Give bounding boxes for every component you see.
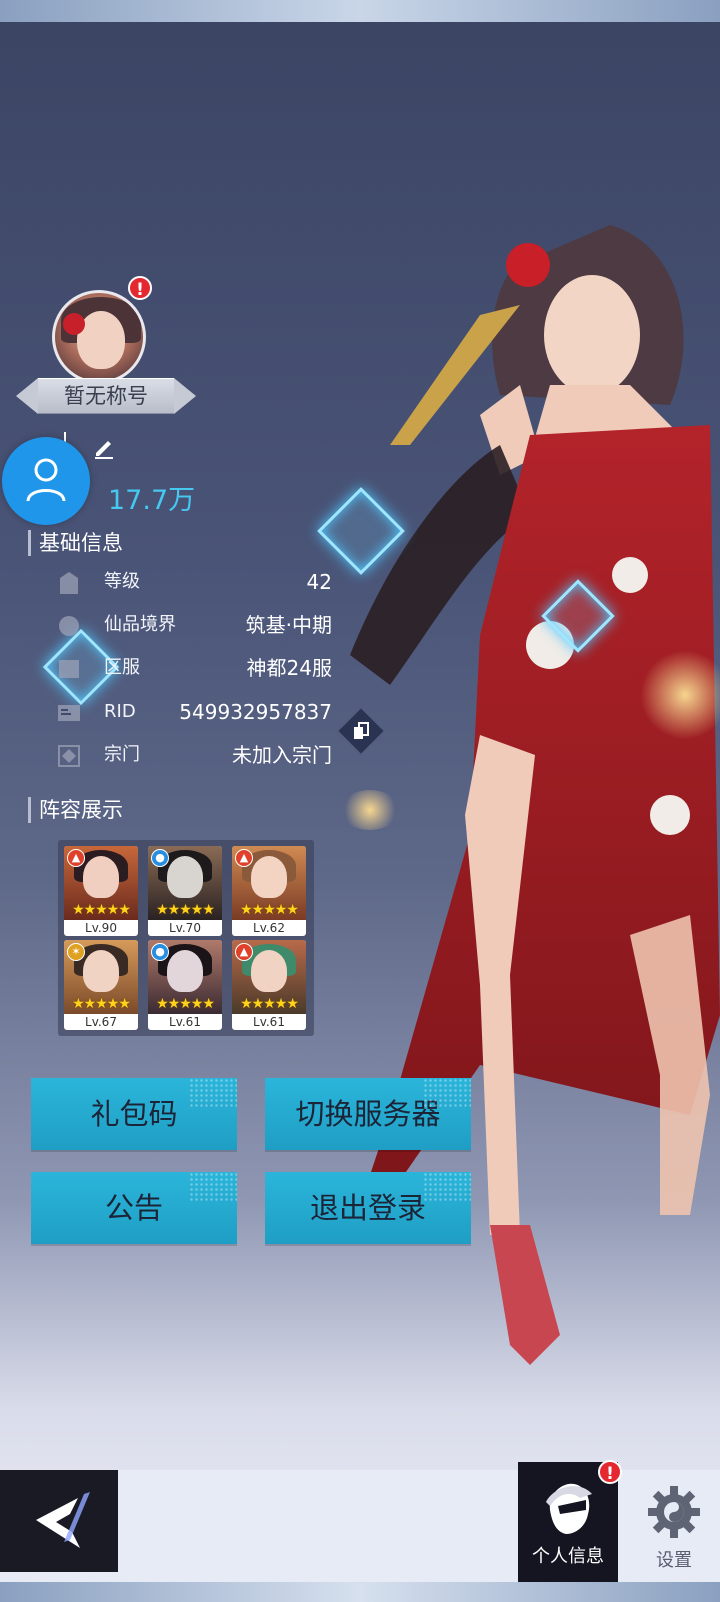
fire-element-icon: ▲ <box>67 849 85 867</box>
button-texture <box>423 1078 471 1108</box>
hero-card[interactable]: ▲ ★★★★★ Lv.61 <box>232 940 306 1030</box>
info-value: 神都24服 <box>246 656 332 680</box>
user-icon <box>26 458 66 502</box>
fire-element-icon: ▲ <box>235 943 253 961</box>
gift-code-button[interactable]: 礼包码 <box>31 1078 237 1150</box>
logout-label: 退出登录 <box>309 1191 426 1225</box>
top-banner <box>0 0 720 22</box>
player-avatar[interactable] <box>52 290 146 384</box>
hero-level: Lv.61 <box>253 1015 285 1029</box>
avatar-flower <box>63 313 85 335</box>
rank-icon <box>60 572 78 594</box>
bottom-banner <box>0 1582 720 1602</box>
info-value: 549932957837 <box>179 700 332 724</box>
gift-code-label: 礼包码 <box>90 1097 178 1131</box>
hero-face <box>251 950 287 992</box>
basic-info-heading: 基础信息 <box>28 530 123 556</box>
tab-settings-label: 设置 <box>656 1550 692 1571</box>
info-value: 42 <box>306 570 332 594</box>
hero-face <box>83 950 119 992</box>
hero-card[interactable]: ▲ ★★★★★ Lv.62 <box>232 846 306 936</box>
info-label: RID <box>104 701 136 722</box>
notice-button[interactable]: 公告 <box>31 1172 237 1244</box>
tab-profile-label: 个人信息 <box>532 1546 604 1567</box>
hero-stars: ★★★★★ <box>72 996 131 1012</box>
info-label: 等级 <box>104 571 140 592</box>
hero-stars: ★★★★★ <box>240 996 299 1012</box>
info-label: 仙品境界 <box>104 614 176 635</box>
hero-level: Lv.70 <box>169 921 201 935</box>
hero-stars: ★★★★★ <box>240 902 299 918</box>
switch-server-label: 切换服务器 <box>295 1097 441 1131</box>
hero-level: Lv.67 <box>85 1015 117 1029</box>
hero-level: Lv.62 <box>253 921 285 935</box>
floating-user-button[interactable] <box>2 437 90 525</box>
server-icon <box>59 660 79 678</box>
hero-card[interactable]: ● ★★★★★ Lv.61 <box>148 940 222 1030</box>
lantern-glow <box>640 650 720 740</box>
water-element-icon: ● <box>151 849 169 867</box>
sect-icon <box>58 745 80 767</box>
switch-server-button[interactable]: 切换服务器 <box>265 1078 471 1150</box>
info-label: 宗门 <box>104 744 140 765</box>
info-row-level: 等级 42 <box>56 564 332 600</box>
id-card-icon <box>58 705 80 721</box>
fire-element-icon: ▲ <box>235 849 253 867</box>
hero-stars: ★★★★★ <box>156 902 215 918</box>
lantern-glow <box>340 790 400 830</box>
hero-face <box>251 856 287 898</box>
hero-level: Lv.61 <box>169 1015 201 1029</box>
info-row-rid: RID 549932957837 <box>56 694 332 730</box>
hero-face <box>83 856 119 898</box>
avatar-alert-badge: ! <box>128 276 152 300</box>
hero-card[interactable]: ● ★★★★★ Lv.70 <box>148 846 222 936</box>
hero-card[interactable]: ▲ ★★★★★ Lv.90 <box>64 846 138 936</box>
realm-icon <box>59 616 79 636</box>
info-value: 筑基·中期 <box>245 613 332 637</box>
light-element-icon: ✶ <box>67 943 85 961</box>
logout-button[interactable]: 退出登录 <box>265 1172 471 1244</box>
tab-settings[interactable]: 设置 <box>634 1480 714 1580</box>
lineup-heading: 阵容展示 <box>28 797 123 823</box>
hero-face <box>167 950 203 992</box>
hero-stars: ★★★★★ <box>72 902 131 918</box>
notice-label: 公告 <box>104 1191 163 1225</box>
water-element-icon: ● <box>151 943 169 961</box>
button-texture <box>423 1172 471 1202</box>
title-plate-right-arrow <box>174 378 196 414</box>
info-value: 未加入宗门 <box>232 743 332 767</box>
edit-name-icon[interactable] <box>92 435 116 459</box>
hero-face <box>167 856 203 898</box>
combat-power: 17.7万 <box>108 485 196 516</box>
hero-stars: ★★★★★ <box>156 996 215 1012</box>
back-button[interactable] <box>0 1470 118 1572</box>
gear-icon <box>648 1486 700 1538</box>
info-label: 区服 <box>104 657 140 678</box>
title-plate-left-arrow <box>16 378 38 414</box>
hero-level: Lv.90 <box>85 921 117 935</box>
info-row-server: 区服 神都24服 <box>56 650 332 686</box>
info-row-sect: 宗门 未加入宗门 <box>56 737 332 773</box>
back-arrow-icon <box>36 1492 90 1548</box>
button-texture <box>189 1078 237 1108</box>
info-row-realm: 仙品境界 筑基·中期 <box>56 607 332 643</box>
profile-head-icon <box>546 1483 592 1534</box>
title-plate-text: 暂无称号 <box>64 384 148 408</box>
title-plate[interactable]: 暂无称号 <box>16 378 196 414</box>
profile-alert-badge: ! <box>598 1460 622 1484</box>
button-texture <box>189 1172 237 1202</box>
copy-icon <box>354 722 369 739</box>
lineup-panel: ▲ ★★★★★ Lv.90 ● ★★★★★ Lv.70 ▲ ★★★★★ Lv.6… <box>58 840 314 1036</box>
hero-card[interactable]: ✶ ★★★★★ Lv.67 <box>64 940 138 1030</box>
